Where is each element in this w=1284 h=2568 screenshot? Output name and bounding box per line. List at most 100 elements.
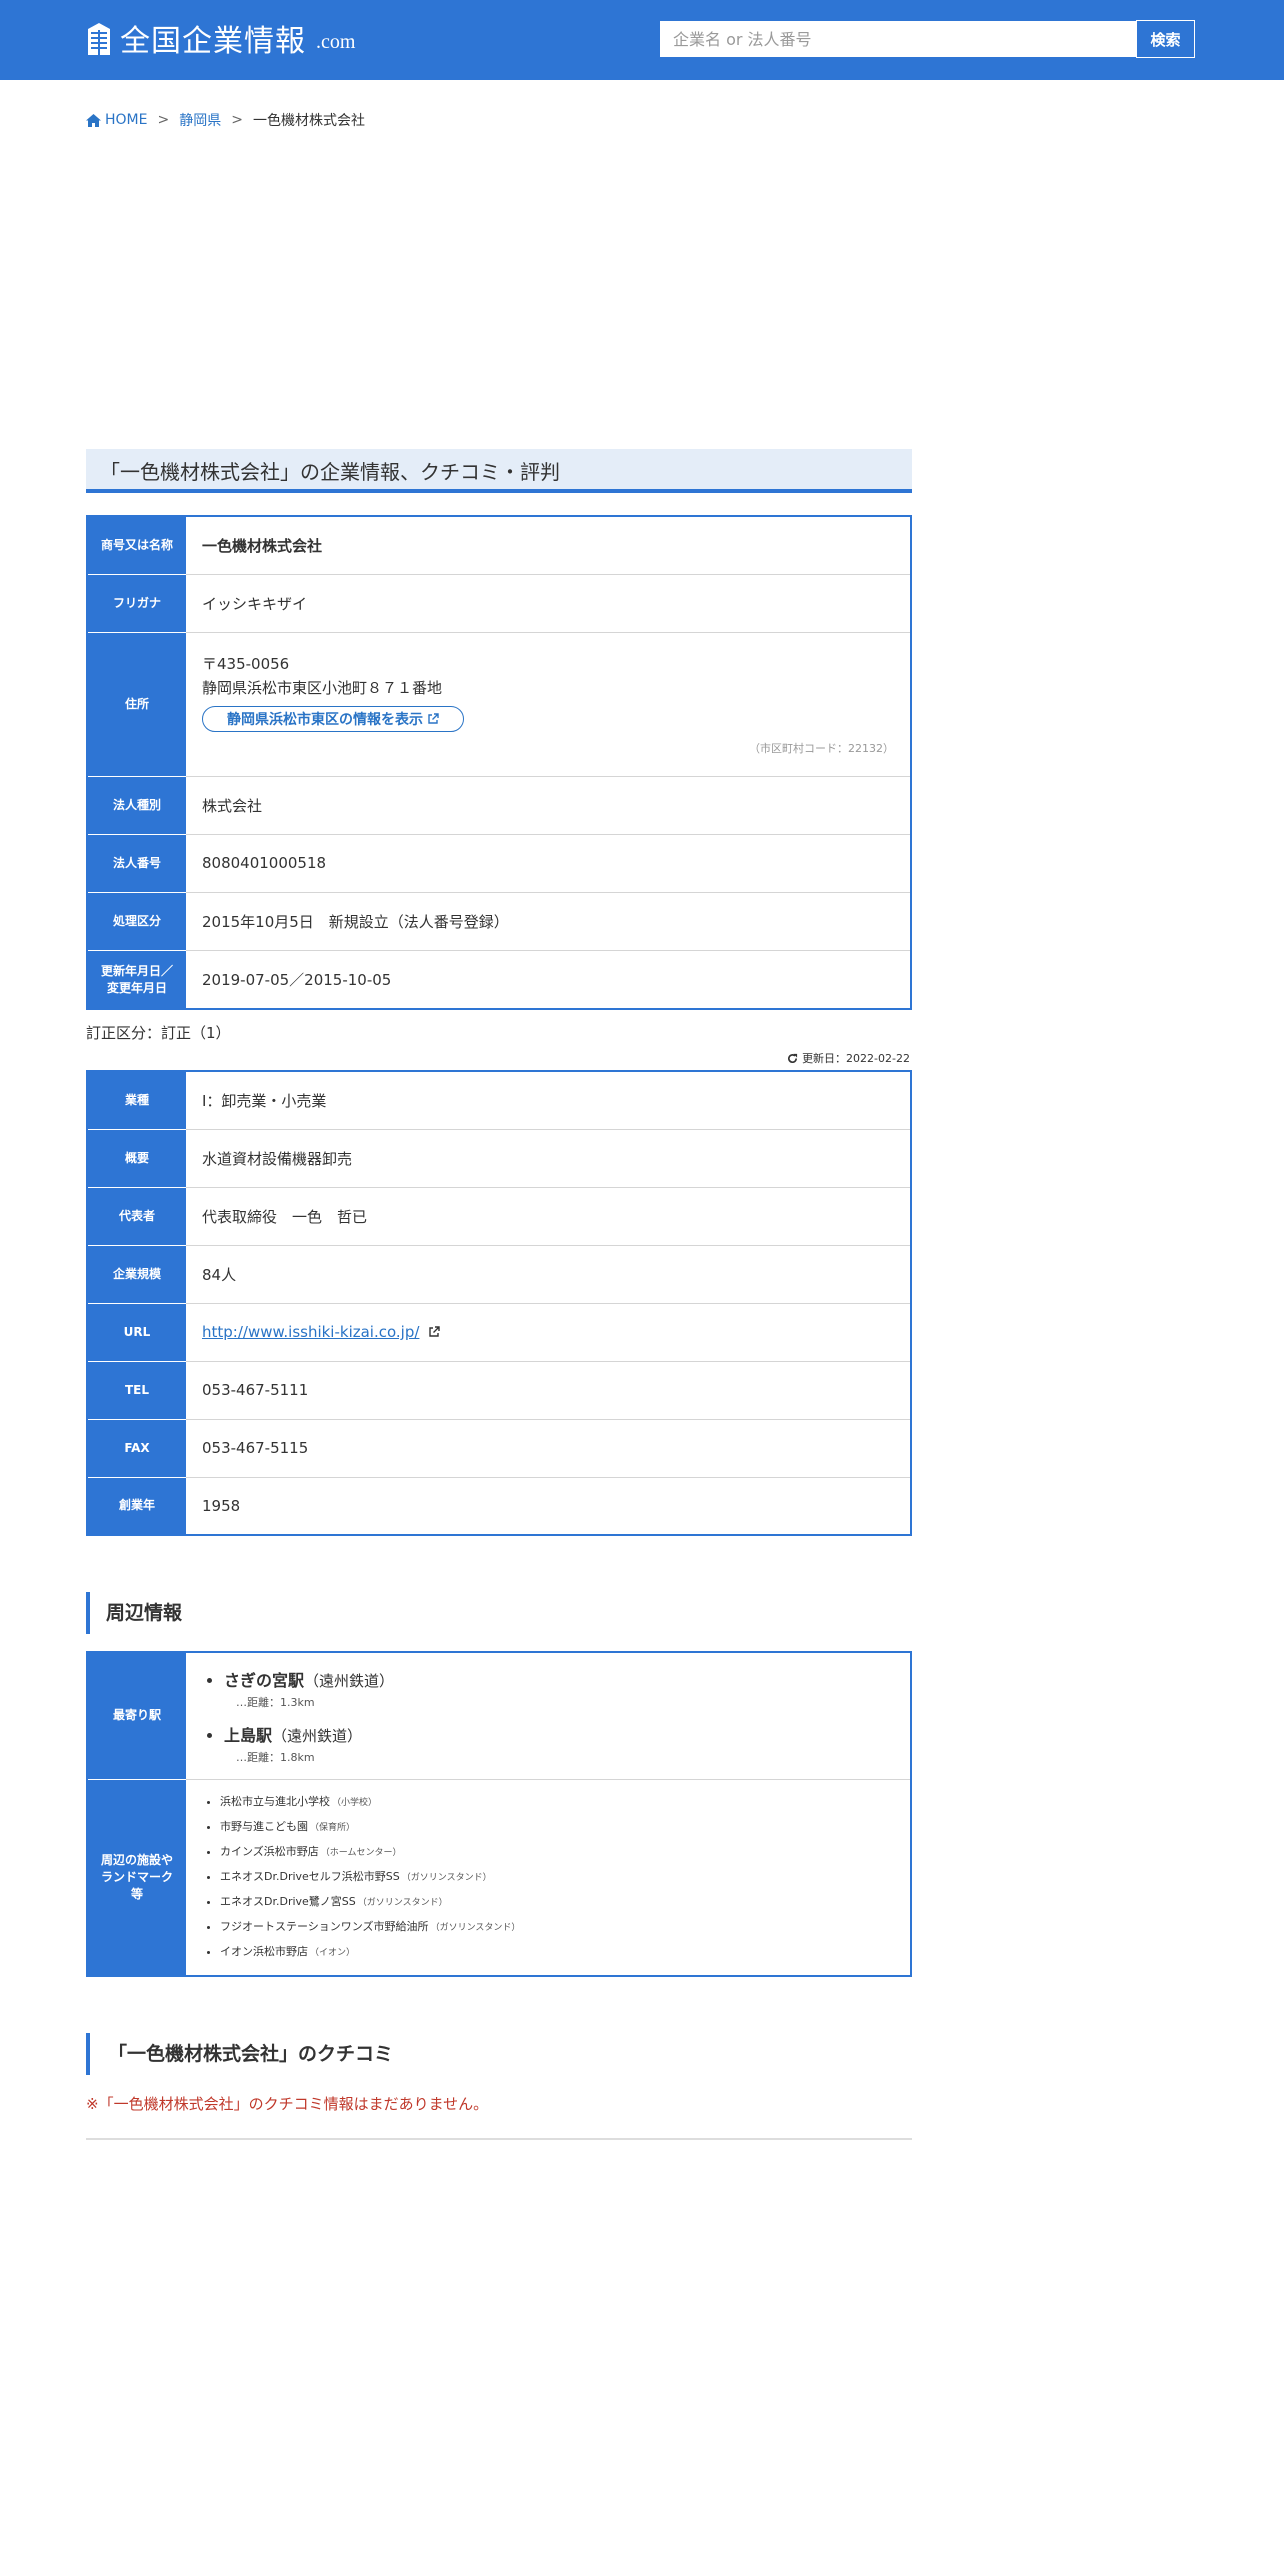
row-label: 周辺の施設や ランドマーク 等 xyxy=(87,1779,186,1976)
company-name: 一色機材株式会社 xyxy=(186,516,911,575)
station-list: さぎの宮駅（遠州鉄道） …距離：1.3km 上島駅（遠州鉄道） …距離：1.8k… xyxy=(202,1667,894,1765)
table-row: 代表者 代表取締役 一色 哲已 xyxy=(87,1187,911,1246)
external-link-icon xyxy=(428,713,439,724)
row-label: 法人番号 xyxy=(87,834,186,894)
corporate-number: 8080401000518 xyxy=(186,834,911,894)
industry: I：卸売業・小売業 xyxy=(186,1071,911,1130)
row-label-line: 更新年月日／ xyxy=(100,963,173,978)
breadcrumb-home-label: HOME xyxy=(105,112,148,128)
representative: 代表取締役 一色 哲已 xyxy=(186,1187,911,1246)
list-item: フジオートステーションワンズ市野給油所（ガソリンスタンド） xyxy=(220,1915,894,1940)
list-item: カインズ浜松市野店（ホームセンター） xyxy=(220,1840,894,1865)
process-type: 2015年10月5日 新規設立（法人番号登録） xyxy=(186,892,911,952)
list-item: イオン浜松市野店（イオン） xyxy=(220,1940,894,1965)
list-item: 浜松市立与進北小学校（小学校） xyxy=(220,1790,894,1815)
row-label: 住所 xyxy=(87,632,186,777)
table-row: 業種 I：卸売業・小売業 xyxy=(87,1071,911,1130)
url-cell: http://www.isshiki-kizai.co.jp/ xyxy=(186,1303,911,1362)
row-label: 処理区分 xyxy=(87,892,186,952)
home-icon xyxy=(86,113,101,127)
landmark-name: イオン浜松市野店 xyxy=(220,1944,308,1958)
row-label-line: ランドマーク xyxy=(100,1869,173,1884)
municipality-code: （市区町村コード：22132） xyxy=(749,742,894,756)
landmark-name: フジオートステーションワンズ市野給油所 xyxy=(220,1919,429,1933)
landmark-category: （ガソリンスタンド） xyxy=(401,1872,492,1883)
list-item: 上島駅（遠州鉄道） …距離：1.8km xyxy=(224,1722,894,1765)
table-row: TEL 053-467-5111 xyxy=(87,1361,911,1420)
founded-year: 1958 xyxy=(202,1496,241,1515)
row-label: 企業規模 xyxy=(87,1245,186,1304)
row-label: フリガナ xyxy=(87,574,186,633)
station-name[interactable]: 上島駅 xyxy=(224,1726,272,1745)
row-label-line: 周辺の施設や xyxy=(100,1853,173,1868)
breadcrumb-separator: > xyxy=(157,112,170,128)
table-row: 周辺の施設や ランドマーク 等 浜松市立与進北小学校（小学校） 市野与進こども園… xyxy=(87,1779,911,1976)
table-row: 更新年月日／ 変更年月日 2019-07-05／2015-10-05 xyxy=(87,950,911,1009)
row-label: TEL xyxy=(87,1361,186,1420)
row-label: 法人種別 xyxy=(87,776,186,835)
no-reviews-message: ※「一色機材株式会社」のクチコミ情報はまだありません。 xyxy=(86,2095,489,2113)
row-label: 更新年月日／ 変更年月日 xyxy=(87,950,186,1009)
reviews-heading: 「一色機材株式会社」のクチコミ xyxy=(86,2033,912,2075)
landmark-list: 浜松市立与進北小学校（小学校） 市野与進こども園（保育所） カインズ浜松市野店（… xyxy=(202,1790,894,1965)
registry-table: 商号又は名称 一色機材株式会社 フリガナ イッシキキザイ 住所 〒435-005… xyxy=(86,515,912,1010)
breadcrumb-prefecture[interactable]: 静岡県 xyxy=(179,110,221,130)
search-input[interactable] xyxy=(660,21,1136,57)
row-label: 業種 xyxy=(87,1071,186,1130)
landmark-name: カインズ浜松市野店 xyxy=(220,1844,319,1858)
breadcrumb-current: 一色機材株式会社 xyxy=(252,113,365,129)
station-name[interactable]: さぎの宮駅 xyxy=(224,1671,304,1690)
telephone: 053-467-5111 xyxy=(186,1361,911,1420)
landmark-name: エネオスDr.Drive鷺ノ宮SS xyxy=(220,1894,356,1908)
updated-date-text: 更新日：2022-02-22 xyxy=(802,1052,910,1065)
table-row: 商号又は名称 一色機材株式会社 xyxy=(87,516,911,575)
landmark-category: （保育所） xyxy=(310,1822,356,1833)
site-header: 全国企業情報 .com 検索 xyxy=(0,0,1284,80)
table-row: 法人種別 株式会社 xyxy=(87,776,911,835)
station-line: （遠州鉄道） xyxy=(272,1726,363,1745)
stations-cell: さぎの宮駅（遠州鉄道） …距離：1.3km 上島駅（遠州鉄道） …距離：1.8k… xyxy=(186,1652,911,1780)
breadcrumb: HOME > 静岡県 > 一色機材株式会社 xyxy=(86,110,365,130)
landmark-name: エネオスDr.Driveセルフ浜松市野SS xyxy=(220,1869,400,1883)
row-label: URL xyxy=(87,1303,186,1362)
search-button[interactable]: 検索 xyxy=(1136,20,1195,58)
area-info-link[interactable]: 静岡県浜松市東区の情報を表示 xyxy=(202,706,464,733)
update-dates: 2019-07-05／2015-10-05 xyxy=(202,971,392,990)
refresh-icon xyxy=(788,1053,798,1063)
company-kana: イッシキキザイ xyxy=(186,574,911,633)
details-table: 業種 I：卸売業・小売業 概要 水道資材設備機器卸売 代表者 代表取締役 一色 … xyxy=(86,1070,912,1536)
company-size: 84人 xyxy=(186,1245,911,1304)
table-row: 法人番号 8080401000518 xyxy=(87,834,911,894)
updated-date: 更新日：2022-02-22 xyxy=(787,1050,910,1066)
address-cell: 〒435-0056 静岡県浜松市東区小池町８７１番地 静岡県浜松市東区の情報を表… xyxy=(186,632,911,777)
company-url-link[interactable]: http://www.isshiki-kizai.co.jp/ xyxy=(202,1323,419,1341)
table-row: 住所 〒435-0056 静岡県浜松市東区小池町８７１番地 静岡県浜松市東区の情… xyxy=(87,632,911,777)
page-title: 「一色機材株式会社」の企業情報、クチコミ・評判 xyxy=(86,449,912,493)
row-label-line: 変更年月日 xyxy=(106,980,167,995)
table-row: フリガナ イッシキキザイ xyxy=(87,574,911,633)
table-row: 処理区分 2015年10月5日 新規設立（法人番号登録） xyxy=(87,892,911,952)
table-row: 創業年 1958 xyxy=(87,1477,911,1535)
site-logo[interactable]: 全国企業情報 .com xyxy=(86,18,355,59)
landmark-category: （ガソリンスタンド） xyxy=(430,1922,521,1933)
list-item: エネオスDr.Driveセルフ浜松市野SS（ガソリンスタンド） xyxy=(220,1865,894,1890)
address-line: 静岡県浜松市東区小池町８７１番地 xyxy=(202,679,443,698)
nearby-heading: 周辺情報 xyxy=(86,1592,912,1634)
landmark-category: （イオン） xyxy=(310,1947,356,1958)
row-label-line: 等 xyxy=(130,1886,143,1901)
table-row: FAX 053-467-5115 xyxy=(87,1419,911,1478)
list-item: エネオスDr.Drive鷺ノ宮SS（ガソリンスタンド） xyxy=(220,1890,894,1915)
business-summary: 水道資材設備機器卸売 xyxy=(186,1129,911,1188)
fax: 053-467-5115 xyxy=(186,1419,911,1478)
table-row: 概要 水道資材設備機器卸売 xyxy=(87,1129,911,1188)
landmark-category: （ホームセンター） xyxy=(320,1847,402,1858)
station-distance: …距離：1.8km xyxy=(236,1750,315,1764)
landmark-name: 浜松市立与進北小学校 xyxy=(220,1794,330,1808)
row-label: FAX xyxy=(87,1419,186,1478)
building-icon xyxy=(88,23,110,55)
station-line: （遠州鉄道） xyxy=(304,1671,395,1690)
breadcrumb-home[interactable]: HOME xyxy=(86,112,147,128)
corporate-type: 株式会社 xyxy=(186,776,911,835)
table-row: 最寄り駅 さぎの宮駅（遠州鉄道） …距離：1.3km 上島駅（遠州鉄道） …距離… xyxy=(87,1652,911,1780)
correction-status: 訂正区分：訂正（1） xyxy=(86,1024,231,1042)
